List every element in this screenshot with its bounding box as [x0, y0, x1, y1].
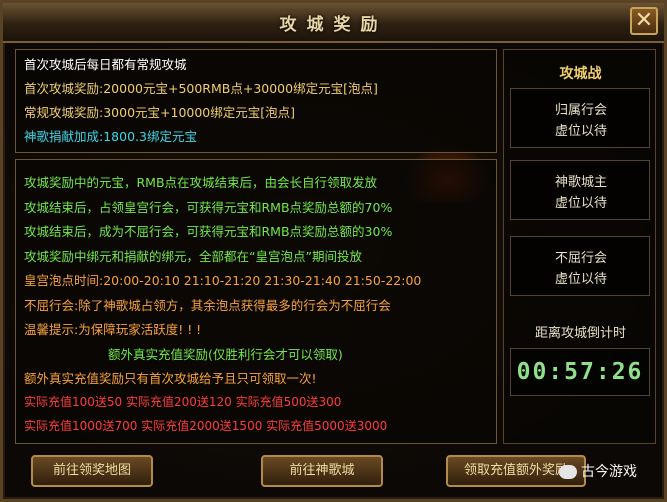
- unyielding-guild-label: 不屈行会: [554, 251, 607, 266]
- text-line: 攻城结束后，占领皇宫行会，可获得元宝和RMB点奖励总额的70%: [24, 199, 393, 215]
- text-line: 不屈行会:除了神歌城占领方，其余泡点获得最多的行会为不屈行会: [24, 297, 391, 313]
- owner-guild-value: 虚位以待: [554, 124, 607, 139]
- text-line: 常规攻城奖励:3000元宝+10000绑定元宝[泡点]: [24, 105, 296, 120]
- countdown-label: 距离攻城倒计时: [534, 326, 626, 341]
- text-line: 额外真实充值奖励只有首次攻城给予且只可领取一次!: [24, 371, 317, 386]
- text-line: 温馨提示:为保障玩家活跃度! ! !: [24, 322, 202, 337]
- siege-title: 攻城战: [559, 66, 602, 82]
- window-title: 攻城奖励: [279, 15, 388, 35]
- text-line: 实际充值100送50 实际充值200送120 实际充值500送300: [24, 394, 342, 409]
- text-line: 攻城奖励中绑元和捐献的绑元，全部都在“皇宫泡点”期间投放: [24, 248, 362, 264]
- city-lord-box: 神歌城主 虚位以待: [510, 160, 650, 220]
- text-line: 首次攻城后每日都有常规攻城: [24, 57, 187, 72]
- countdown-timer: 00:57:26: [510, 348, 650, 396]
- city-lord-label: 神歌城主: [554, 175, 607, 190]
- title-bar[interactable]: 攻城奖励 ✕: [3, 3, 664, 43]
- text-line: 实际充值1000送700 实际充值2000送1500 实际充值5000送3000: [24, 419, 388, 433]
- close-icon[interactable]: ✕: [630, 7, 658, 35]
- goto-shenge-city-button[interactable]: 前往神歌城: [261, 455, 383, 487]
- owner-guild-label: 归属行会: [554, 103, 607, 118]
- text-line: 攻城奖励中的元宝，RMB点在攻城结束后，由会长自行领取发放: [24, 175, 378, 190]
- goto-reward-map-button[interactable]: 前往领奖地图: [31, 455, 153, 487]
- siege-status-panel: 攻城战 归属行会 虚位以待 神歌城主 虚位以待 不屈行会 虚位以待 距离攻城倒计…: [503, 49, 656, 444]
- watermark-text: 古今游戏: [581, 464, 637, 480]
- text-line: 神歌捐献加成:1800.3绑定元宝: [24, 129, 197, 144]
- unyielding-guild-value: 虚位以待: [554, 272, 607, 287]
- reward-summary-panel: 首次攻城后每日都有常规攻城首次攻城奖励:20000元宝+500RMB点+3000…: [15, 49, 497, 153]
- owner-guild-box: 归属行会 虚位以待: [510, 88, 650, 148]
- text-line: 首次攻城奖励:20000元宝+500RMB点+30000绑定元宝[泡点]: [24, 81, 378, 96]
- text-line: 攻城结束后，成为不屈行会，可获得元宝和RMB点奖励总额的30%: [24, 224, 393, 239]
- text-line: 额外真实充值奖励(仅胜利行会才可以领取): [108, 346, 343, 362]
- text-line: 皇宫泡点时间:20:00-20:10 21:10-21:20 21:30-21:…: [24, 273, 422, 288]
- city-lord-value: 虚位以待: [554, 196, 607, 211]
- unyielding-guild-box: 不屈行会 虚位以待: [510, 236, 650, 296]
- reward-rules-panel: 攻城奖励中的元宝，RMB点在攻城结束后，由会长自行领取发放 攻城结束后，占领皇宫行…: [15, 159, 497, 444]
- siege-reward-window: 攻城奖励 ✕ 首次攻城后每日都有常规攻城首次攻城奖励:20000元宝+500RM…: [0, 0, 667, 502]
- watermark: 古今游戏: [559, 461, 637, 481]
- wechat-icon: [559, 465, 577, 479]
